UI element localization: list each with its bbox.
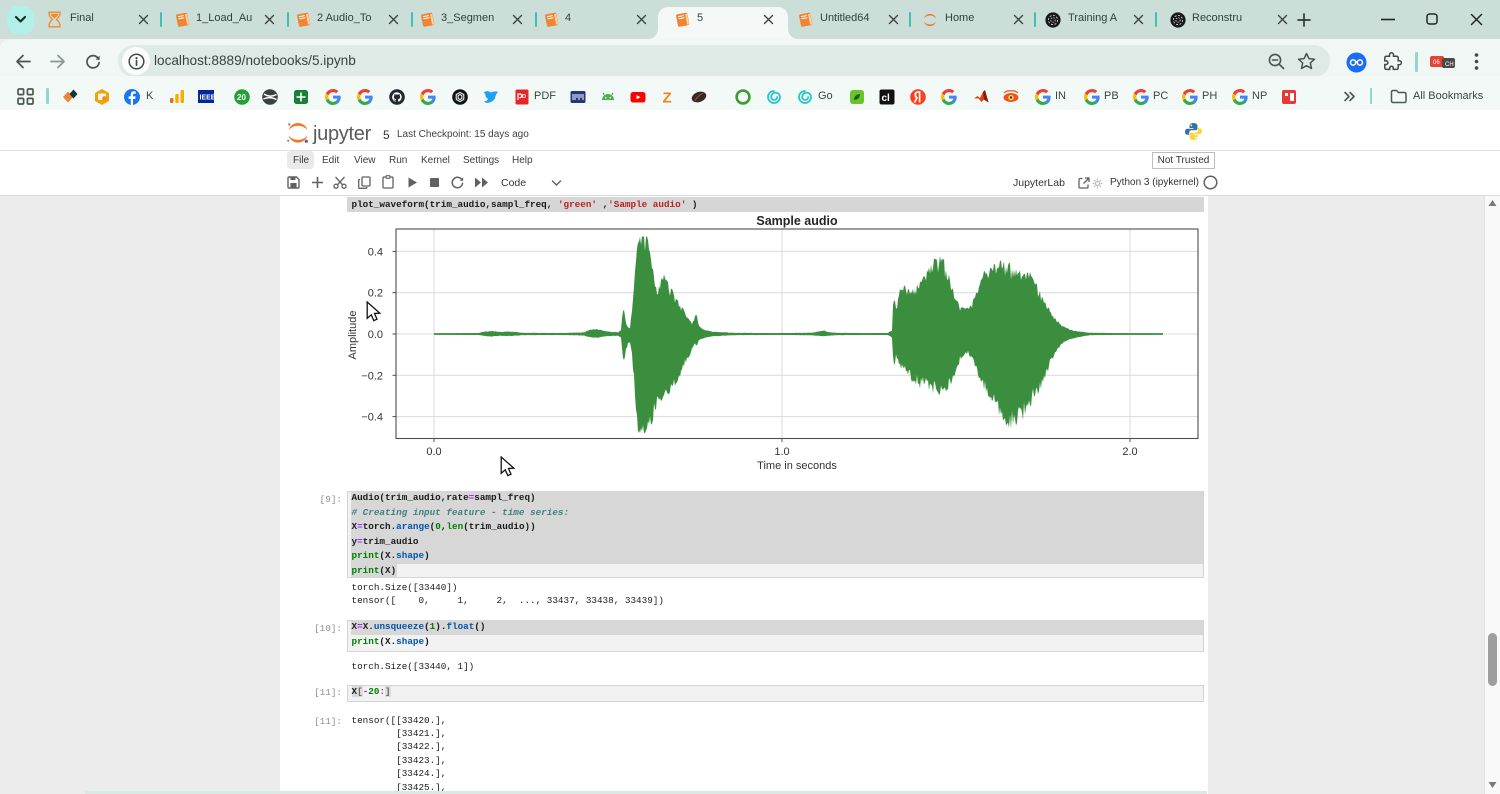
svg-text:Amplitude: Amplitude (347, 311, 359, 360)
svg-text:0.4: 0.4 (368, 246, 383, 258)
svg-text:0.2: 0.2 (368, 288, 383, 300)
svg-text:Sample audio: Sample audio (756, 214, 838, 228)
svg-text:D: D (522, 94, 526, 100)
svg-text:0.0: 0.0 (368, 329, 383, 341)
svg-text:cl: cl (882, 93, 891, 104)
svg-text:CH: CH (1445, 62, 1454, 68)
svg-text:Z: Z (663, 90, 672, 106)
svg-text:20: 20 (237, 93, 246, 102)
svg-text:Time in seconds: Time in seconds (757, 460, 837, 472)
svg-text:−0.2: −0.2 (361, 370, 383, 382)
svg-text:−0.4: −0.4 (361, 412, 383, 424)
svg-text:06: 06 (1433, 60, 1440, 66)
svg-text:1.0: 1.0 (774, 446, 789, 458)
svg-text:IEEE: IEEE (200, 95, 215, 102)
svg-text:0.0: 0.0 (426, 446, 441, 458)
svg-text:2.0: 2.0 (1122, 446, 1137, 458)
